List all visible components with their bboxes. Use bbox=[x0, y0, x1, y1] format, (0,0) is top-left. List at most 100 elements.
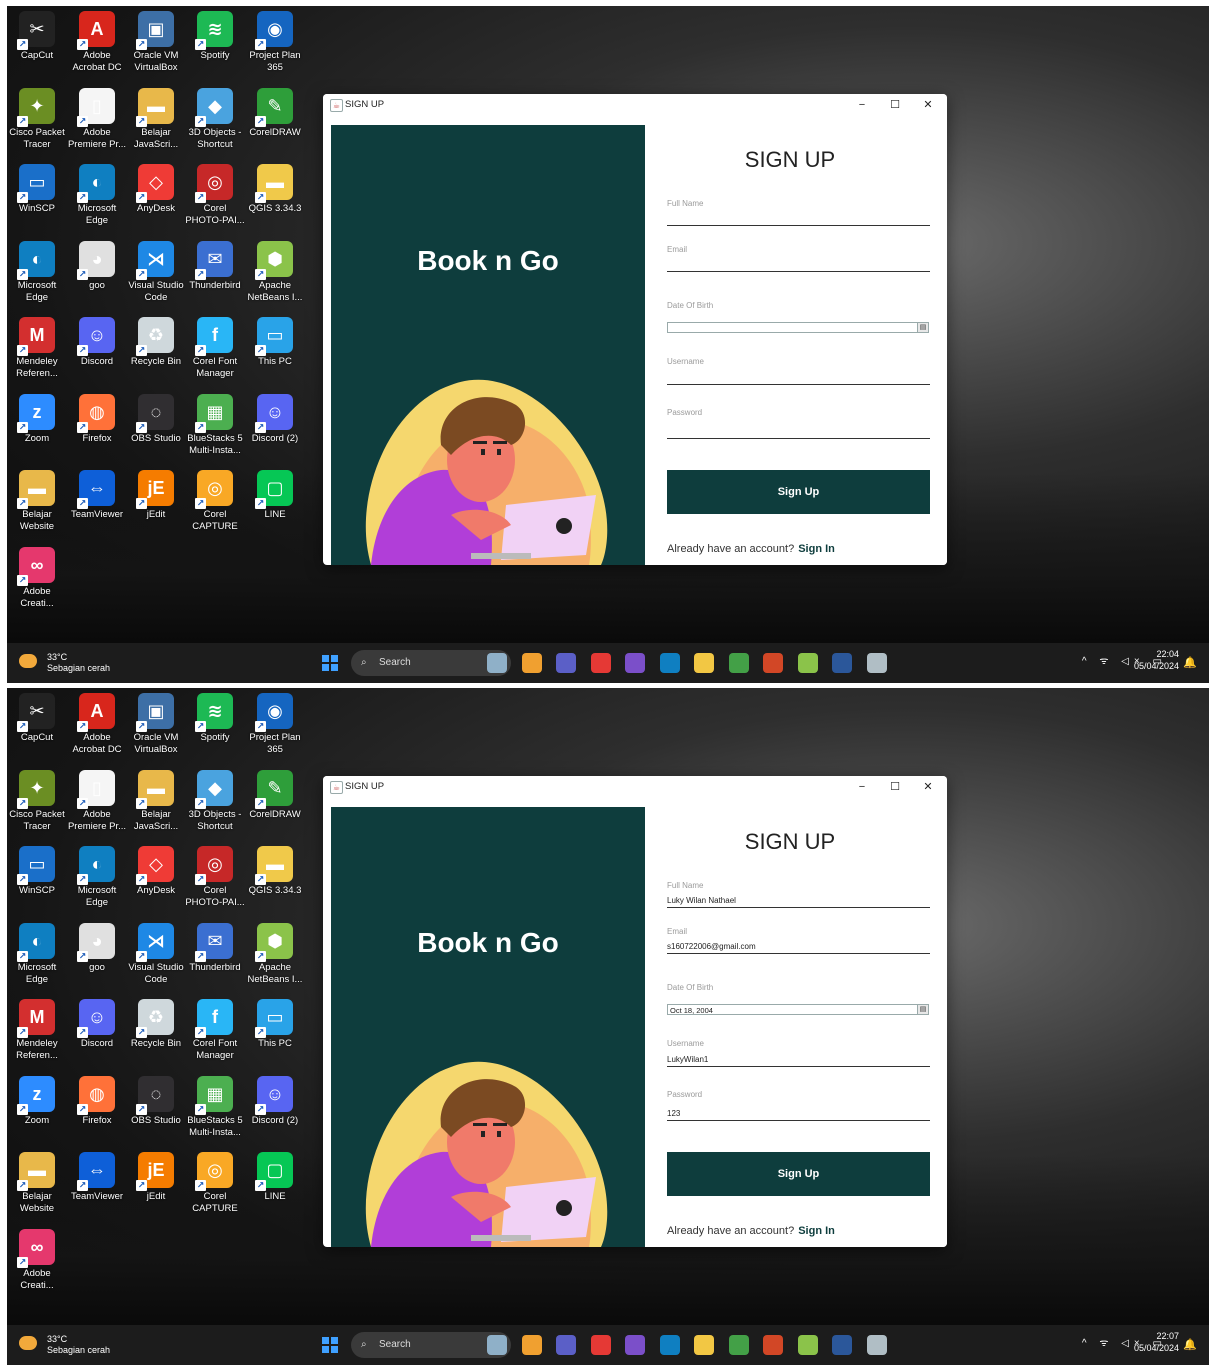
taskbar-chrome-icon[interactable] bbox=[590, 1335, 611, 1355]
desktop-icon[interactable]: ▬QGIS 3.34.3 bbox=[245, 164, 305, 215]
taskbar-landscape-widget-icon[interactable] bbox=[487, 653, 507, 673]
taskbar-powerpoint-icon[interactable] bbox=[763, 653, 783, 673]
desktop-icon[interactable]: fCorel Font Manager bbox=[185, 317, 245, 380]
sign-in-link[interactable]: Sign In bbox=[798, 1225, 835, 1237]
desktop-icon[interactable]: ▦BlueStacks 5 Multi-Insta... bbox=[185, 1076, 245, 1139]
sign-up-button[interactable]: Sign Up bbox=[667, 1152, 930, 1196]
desktop-icon[interactable]: zZoom bbox=[7, 1076, 67, 1127]
desktop-icon[interactable]: ▬Belajar Website bbox=[7, 470, 67, 533]
desktop-icon[interactable]: ∞Adobe Creati... bbox=[7, 1229, 67, 1292]
taskbar-teams-icon[interactable] bbox=[556, 653, 576, 673]
taskbar-powerpoint-icon[interactable] bbox=[763, 1335, 783, 1355]
desktop-icon[interactable]: ▯Adobe Premiere Pr... bbox=[67, 88, 127, 151]
desktop-icon[interactable]: ☺Discord (2) bbox=[245, 1076, 305, 1127]
desktop-icon[interactable]: ✉Thunderbird bbox=[185, 241, 245, 292]
taskbar-teams-icon[interactable] bbox=[556, 1335, 576, 1355]
password-field[interactable]: 123 bbox=[667, 1108, 929, 1120]
desktop-icon[interactable]: ◕goo bbox=[67, 241, 127, 292]
taskbar-chrome-2-icon[interactable] bbox=[728, 1335, 749, 1355]
calendar-icon[interactable]: ▤ bbox=[917, 322, 929, 333]
desktop-icon[interactable]: ◎Corel CAPTURE bbox=[185, 1152, 245, 1215]
desktop-icon[interactable]: ◍Firefox bbox=[67, 1076, 127, 1127]
desktop-icon[interactable]: ✉Thunderbird bbox=[185, 923, 245, 974]
maximize-button[interactable]: ☐ bbox=[884, 97, 906, 113]
taskbar-landscape-widget-icon[interactable] bbox=[487, 1335, 507, 1355]
sign-in-link[interactable]: Sign In bbox=[798, 543, 835, 555]
taskbar-netbeans-icon[interactable] bbox=[797, 1335, 818, 1355]
desktop-icon[interactable]: ◎Corel PHOTO-PAI... bbox=[185, 164, 245, 227]
desktop-icon[interactable]: ◐Microsoft Edge bbox=[67, 846, 127, 909]
desktop-icon[interactable]: ▬Belajar JavaScri... bbox=[126, 88, 186, 151]
desktop-icon[interactable]: ◐Microsoft Edge bbox=[67, 164, 127, 227]
desktop-icon[interactable]: ◕goo bbox=[67, 923, 127, 974]
clock[interactable]: 22:04 05/04/2024 bbox=[1134, 648, 1179, 672]
taskbar-vs-icon[interactable] bbox=[625, 1335, 645, 1355]
desktop-icon[interactable]: ▭This PC bbox=[245, 317, 305, 368]
desktop-icon[interactable]: ⋊Visual Studio Code bbox=[126, 241, 186, 304]
sign-up-button[interactable]: Sign Up bbox=[667, 470, 930, 514]
taskbar-file-explorer-icon[interactable] bbox=[694, 1335, 714, 1355]
taskbar-copilot-icon[interactable] bbox=[521, 1335, 542, 1355]
desktop-icon[interactable]: MMendeley Referen... bbox=[7, 317, 67, 380]
full-name-field[interactable] bbox=[667, 213, 929, 225]
desktop-icon[interactable]: ♻Recycle Bin bbox=[126, 317, 186, 368]
taskbar-edge-icon[interactable] bbox=[659, 1335, 680, 1355]
desktop-icon[interactable]: ▭This PC bbox=[245, 999, 305, 1050]
desktop-icon[interactable]: ▦BlueStacks 5 Multi-Insta... bbox=[185, 394, 245, 457]
desktop-icon[interactable]: ◎Corel PHOTO-PAI... bbox=[185, 846, 245, 909]
windows-start-icon[interactable] bbox=[322, 655, 338, 671]
desktop-icon[interactable]: ◐Microsoft Edge bbox=[7, 923, 67, 986]
desktop-icon[interactable]: jEjEdit bbox=[126, 1152, 186, 1203]
notification-bell-icon[interactable]: 🔔 bbox=[1183, 1338, 1197, 1351]
desktop-icon[interactable]: ⋊Visual Studio Code bbox=[126, 923, 186, 986]
desktop-icon[interactable]: ▬QGIS 3.34.3 bbox=[245, 846, 305, 897]
taskbar-copilot-icon[interactable] bbox=[521, 653, 542, 673]
desktop-icon[interactable]: ◎Corel CAPTURE bbox=[185, 470, 245, 533]
dob-field[interactable] bbox=[667, 322, 929, 333]
desktop-icon[interactable]: ∞Adobe Creati... bbox=[7, 547, 67, 610]
desktop-icon[interactable]: ⇔TeamViewer bbox=[67, 470, 127, 521]
taskbar-chrome-icon[interactable] bbox=[590, 653, 611, 673]
minimize-button[interactable]: − bbox=[851, 97, 873, 113]
desktop-icon[interactable]: ▬Belajar Website bbox=[7, 1152, 67, 1215]
taskbar-netbeans-icon[interactable] bbox=[797, 653, 818, 673]
clock[interactable]: 22:07 05/04/2024 bbox=[1134, 1330, 1179, 1354]
minimize-button[interactable]: − bbox=[851, 779, 873, 795]
desktop-icon[interactable]: ✂CapCut bbox=[7, 11, 67, 62]
maximize-button[interactable]: ☐ bbox=[884, 779, 906, 795]
email-field[interactable] bbox=[667, 259, 929, 271]
desktop-icon[interactable]: ◇AnyDesk bbox=[126, 846, 186, 897]
taskbar-java-app-icon[interactable] bbox=[866, 653, 887, 673]
desktop-icon[interactable]: ☺Discord bbox=[67, 999, 127, 1050]
desktop-icon[interactable]: ◉Project Plan 365 bbox=[245, 11, 305, 74]
taskbar-word-icon[interactable] bbox=[832, 1335, 852, 1355]
desktop-icon[interactable]: AAdobe Acrobat DC bbox=[67, 11, 127, 74]
email-field[interactable]: s160722006@gmail.com bbox=[667, 941, 929, 953]
desktop-icon[interactable]: ▢LINE bbox=[245, 1152, 305, 1203]
desktop-icon[interactable]: ≋Spotify bbox=[185, 693, 245, 744]
desktop-icon[interactable]: ⬢Apache NetBeans I... bbox=[245, 923, 305, 986]
desktop-icon[interactable]: zZoom bbox=[7, 394, 67, 445]
desktop-icon[interactable]: ✂CapCut bbox=[7, 693, 67, 744]
desktop-icon[interactable]: ▣Oracle VM VirtualBox bbox=[126, 11, 186, 74]
password-field[interactable] bbox=[667, 426, 929, 438]
desktop-icon[interactable]: fCorel Font Manager bbox=[185, 999, 245, 1062]
taskbar-vs-icon[interactable] bbox=[625, 653, 645, 673]
desktop-icon[interactable]: AAdobe Acrobat DC bbox=[67, 693, 127, 756]
desktop-icon[interactable]: jEjEdit bbox=[126, 470, 186, 521]
desktop-icon[interactable]: ≋Spotify bbox=[185, 11, 245, 62]
desktop-icon[interactable]: ▭WinSCP bbox=[7, 846, 67, 897]
desktop-icon[interactable]: ✎CorelDRAW bbox=[245, 88, 305, 139]
desktop-icon[interactable]: ✦Cisco Packet Tracer bbox=[7, 770, 67, 833]
taskbar-edge-icon[interactable] bbox=[659, 653, 680, 673]
desktop-icon[interactable]: ⬢Apache NetBeans I... bbox=[245, 241, 305, 304]
dob-field[interactable]: Oct 18, 2004 bbox=[667, 1004, 929, 1015]
desktop-icon[interactable]: ◆3D Objects - Shortcut bbox=[185, 770, 245, 833]
windows-start-icon[interactable] bbox=[322, 1337, 338, 1353]
username-field[interactable]: LukyWilan1 bbox=[667, 1054, 929, 1066]
taskbar-java-app-icon[interactable] bbox=[866, 1335, 887, 1355]
username-field[interactable] bbox=[667, 372, 929, 384]
desktop-icon[interactable]: ♻Recycle Bin bbox=[126, 999, 186, 1050]
calendar-icon[interactable]: ▤ bbox=[917, 1004, 929, 1015]
desktop-icon[interactable]: ⇔TeamViewer bbox=[67, 1152, 127, 1203]
